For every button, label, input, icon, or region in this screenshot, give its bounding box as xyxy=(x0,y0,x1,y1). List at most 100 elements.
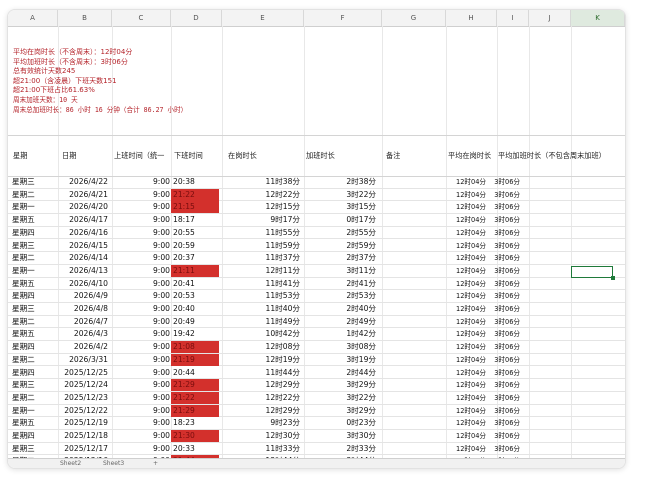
cell-overtime[interactable]: 2时37分 xyxy=(304,252,376,264)
column-header-i[interactable]: I xyxy=(497,10,529,26)
cell-duration[interactable]: 12时19分 xyxy=(222,354,300,366)
cell-week[interactable]: 星期四 xyxy=(12,227,35,239)
summary-line[interactable]: 周末总加班时长：86 小时 16 分钟（合计 86.27 小时） xyxy=(13,106,187,116)
header-duration[interactable]: 在岗时长 xyxy=(228,136,257,176)
cell-avg-overtime[interactable]: 3时06分 xyxy=(492,265,520,277)
cell-date[interactable]: 2026/4/17 xyxy=(48,214,108,226)
cell-clock-in[interactable]: 9:00 xyxy=(112,214,170,226)
cell-date[interactable]: 2025/12/18 xyxy=(48,430,108,442)
cell-overtime[interactable]: 3时22分 xyxy=(304,189,376,201)
cell-avg-overtime[interactable]: 3时06分 xyxy=(492,405,520,417)
cell-clock-out[interactable]: 18:17 xyxy=(171,214,219,226)
cell-clock-in[interactable]: 9:00 xyxy=(112,265,170,277)
cell-week[interactable]: 星期二 xyxy=(12,354,35,366)
column-header-g[interactable]: G xyxy=(382,10,446,26)
cell-clock-out[interactable]: 21:15 xyxy=(171,201,219,214)
cell-clock-out[interactable]: 21:19 xyxy=(171,353,219,366)
cell-avg-duration[interactable]: 12时04分 xyxy=(440,240,486,252)
cell-clock-in[interactable]: 9:00 xyxy=(112,176,170,188)
cell-clock-in[interactable]: 9:00 xyxy=(112,303,170,315)
cell-clock-out[interactable]: 21:11 xyxy=(171,264,219,277)
cell-date[interactable]: 2026/3/31 xyxy=(48,354,108,366)
column-header-b[interactable]: B xyxy=(58,10,112,26)
cell-week[interactable]: 星期二 xyxy=(12,189,35,201)
header-clock-in[interactable]: 上班时间（统一 xyxy=(114,136,172,176)
cell-duration[interactable]: 11时53分 xyxy=(222,290,300,302)
cell-avg-duration[interactable]: 12时04分 xyxy=(440,341,486,353)
cell-avg-duration[interactable]: 12时04分 xyxy=(440,201,486,213)
cell-date[interactable]: 2026/4/16 xyxy=(48,227,108,239)
cell-avg-overtime[interactable]: 3时06分 xyxy=(492,379,520,391)
cell-duration[interactable]: 11时41分 xyxy=(222,278,300,290)
cell-avg-duration[interactable]: 12时04分 xyxy=(440,328,486,340)
cell-clock-out[interactable]: 21:08 xyxy=(171,341,219,354)
cell-week[interactable]: 星期四 xyxy=(12,341,35,353)
cell-clock-in[interactable]: 9:00 xyxy=(112,328,170,340)
cell-clock-in[interactable]: 9:00 xyxy=(112,417,170,429)
cell-overtime[interactable]: 0时17分 xyxy=(304,214,376,226)
cell-clock-in[interactable]: 9:00 xyxy=(112,290,170,302)
cell-date[interactable]: 2026/4/2 xyxy=(48,341,108,353)
column-header-d[interactable]: D xyxy=(171,10,222,26)
cell-avg-duration[interactable]: 12时04分 xyxy=(440,303,486,315)
cell-avg-duration[interactable]: 12时04分 xyxy=(440,278,486,290)
cell-date[interactable]: 2026/4/9 xyxy=(48,290,108,302)
cell-clock-in[interactable]: 9:00 xyxy=(112,240,170,252)
cell-duration[interactable]: 12时08分 xyxy=(222,341,300,353)
add-sheet-button[interactable]: + xyxy=(153,459,158,468)
summary-line[interactable]: 平均在岗时长（不含周末）：12时04分 xyxy=(13,48,187,58)
cell-overtime[interactable]: 3时15分 xyxy=(304,201,376,213)
cell-overtime[interactable]: 3时29分 xyxy=(304,405,376,417)
summary-line[interactable]: 平均加班时长（不含周末）：3时06分 xyxy=(13,58,187,68)
cell-duration[interactable]: 11时55分 xyxy=(222,227,300,239)
cell-date[interactable]: 2025/12/25 xyxy=(48,367,108,379)
cell-avg-overtime[interactable]: 3时06分 xyxy=(492,392,520,404)
cell-duration[interactable]: 11时59分 xyxy=(222,240,300,252)
cell-avg-duration[interactable]: 12时04分 xyxy=(440,354,486,366)
cell-avg-overtime[interactable]: 3时06分 xyxy=(492,303,520,315)
cell-week[interactable]: 星期一 xyxy=(12,201,35,213)
cell-duration[interactable]: 12时29分 xyxy=(222,379,300,391)
column-header-f[interactable]: F xyxy=(304,10,382,26)
cell-clock-out[interactable]: 21:30 xyxy=(171,430,219,442)
cell-week[interactable]: 星期四 xyxy=(12,430,35,442)
cell-avg-duration[interactable]: 12时04分 xyxy=(440,392,486,404)
cell-clock-out[interactable]: 19:42 xyxy=(171,328,219,340)
cell-overtime[interactable]: 2时44分 xyxy=(304,367,376,379)
cell-avg-overtime[interactable]: 3时06分 xyxy=(492,367,520,379)
cell-avg-duration[interactable]: 12时04分 xyxy=(440,176,486,188)
cell-overtime[interactable]: 2时41分 xyxy=(304,278,376,290)
cell-avg-overtime[interactable]: 3时06分 xyxy=(492,443,520,455)
cell-avg-duration[interactable]: 12时04分 xyxy=(440,227,486,239)
cell-avg-duration[interactable]: 12时04分 xyxy=(440,417,486,429)
cell-avg-duration[interactable]: 12时04分 xyxy=(440,316,486,328)
cell-date[interactable]: 2026/4/10 xyxy=(48,278,108,290)
cell-duration[interactable]: 12时11分 xyxy=(222,265,300,277)
cell-week[interactable]: 星期三 xyxy=(12,379,35,391)
cell-duration[interactable]: 11时37分 xyxy=(222,252,300,264)
cell-avg-duration[interactable]: 12时04分 xyxy=(440,405,486,417)
cell-avg-overtime[interactable]: 3时06分 xyxy=(492,240,520,252)
cell-clock-out[interactable]: 20:41 xyxy=(171,278,219,290)
summary-line[interactable]: 总有效统计天数245 xyxy=(13,67,187,77)
cell-clock-in[interactable]: 9:00 xyxy=(112,278,170,290)
cell-avg-duration[interactable]: 12时04分 xyxy=(440,443,486,455)
cell-duration[interactable]: 12时30分 xyxy=(222,430,300,442)
column-header-j[interactable]: J xyxy=(529,10,571,26)
header-clock-out[interactable]: 下班时间 xyxy=(174,136,203,176)
cell-avg-duration[interactable]: 12时04分 xyxy=(440,265,486,277)
cell-avg-overtime[interactable]: 3时06分 xyxy=(492,290,520,302)
cell-duration[interactable]: 11时33分 xyxy=(222,443,300,455)
cell-clock-out[interactable]: 21:29 xyxy=(171,404,219,417)
cell-avg-overtime[interactable]: 3时06分 xyxy=(492,201,520,213)
header-overtime[interactable]: 加班时长 xyxy=(306,136,335,176)
summary-line[interactable]: 超21:00下班占比61.63% xyxy=(13,86,187,96)
cell-date[interactable]: 2026/4/21 xyxy=(48,189,108,201)
cell-duration[interactable]: 11时38分 xyxy=(222,176,300,188)
cell-date[interactable]: 2025/12/23 xyxy=(48,392,108,404)
cell-date[interactable]: 2025/12/19 xyxy=(48,417,108,429)
cell-overtime[interactable]: 2时40分 xyxy=(304,303,376,315)
cell-clock-out[interactable]: 20:44 xyxy=(171,367,219,379)
cell-avg-overtime[interactable]: 3时06分 xyxy=(492,316,520,328)
cell-week[interactable]: 星期五 xyxy=(12,214,35,226)
